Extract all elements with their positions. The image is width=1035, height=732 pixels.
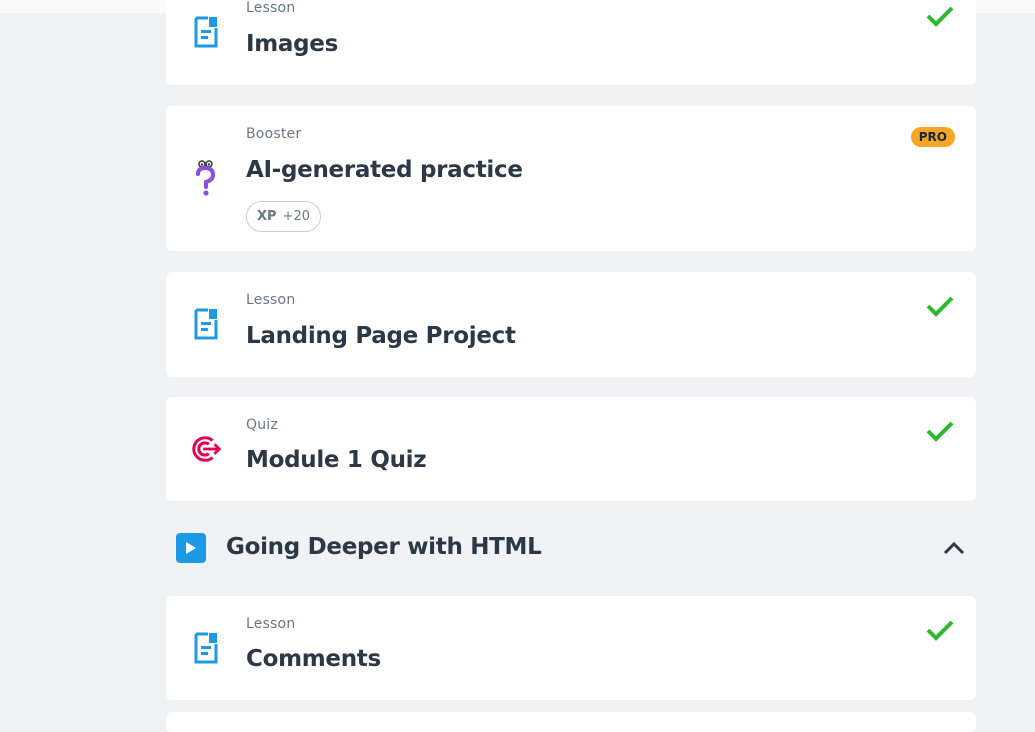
booster-card-ai-practice[interactable]: Booster AI-generated practice PRO XP +20: [166, 106, 976, 251]
lesson-document-icon: [190, 306, 222, 342]
lesson-card-comments[interactable]: Lesson Comments: [166, 596, 976, 700]
card-kind-label: Quiz: [246, 417, 278, 433]
checkmark-icon: [926, 296, 954, 317]
quiz-card-module-1[interactable]: Quiz Module 1 Quiz: [166, 397, 976, 501]
play-icon: [176, 533, 206, 563]
card-title: Images: [246, 31, 338, 57]
xp-label: XP: [257, 209, 277, 224]
chevron-up-icon[interactable]: [942, 538, 966, 558]
lesson-card-next[interactable]: [166, 712, 976, 732]
checkmark-icon: [926, 421, 954, 442]
card-title: Landing Page Project: [246, 323, 516, 349]
card-kind-label: Lesson: [246, 292, 296, 308]
card-kind-label: Lesson: [246, 0, 296, 16]
quiz-target-icon: [190, 431, 222, 467]
checkmark-icon: [926, 620, 954, 641]
lesson-card-images[interactable]: Lesson Images: [166, 0, 976, 85]
xp-reward-pill: XP +20: [246, 201, 321, 232]
xp-value: +20: [282, 209, 310, 224]
card-kind-label: Booster: [246, 126, 302, 142]
card-kind-label: Lesson: [246, 616, 296, 632]
pro-badge: PRO: [910, 127, 955, 147]
section-title: Going Deeper with HTML: [226, 534, 542, 560]
section-header-going-deeper[interactable]: Going Deeper with HTML: [176, 533, 966, 563]
lesson-document-icon: [190, 14, 222, 50]
lesson-document-icon: [190, 630, 222, 666]
booster-question-icon: [190, 160, 222, 197]
card-title: Comments: [246, 646, 381, 672]
card-title: Module 1 Quiz: [246, 447, 427, 473]
checkmark-icon: [926, 6, 954, 27]
card-title: AI-generated practice: [246, 157, 523, 183]
lesson-card-landing-page[interactable]: Lesson Landing Page Project: [166, 272, 976, 377]
